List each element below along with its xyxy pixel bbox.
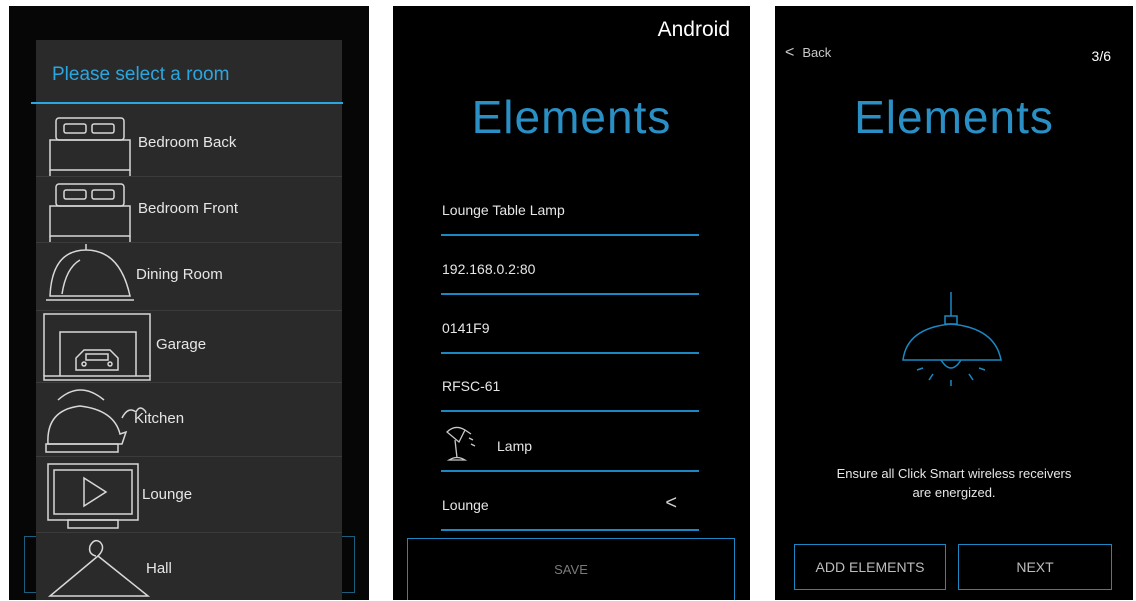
model-value: RFSC-61 [442,378,501,394]
hanger-icon [47,539,151,597]
platform-label: Android [657,18,730,41]
room-item-hall[interactable]: Hall [36,532,342,600]
chevron-left-icon: < [785,44,795,61]
save-button[interactable]: SAVE [407,538,735,600]
room-select-screen: Please select a room Bedroom Back Bedroo… [9,6,369,600]
instruction-line-2: are energized. [912,485,996,500]
address-value: 192.168.0.2:80 [442,261,536,277]
chevron-left-icon: < [665,492,677,514]
room-value: Lounge [442,497,489,513]
add-elements-button[interactable]: ADD ELEMENTS [794,544,946,590]
room-item-dining-room[interactable]: Dining Room [36,242,342,311]
room-select-dialog: Please select a room Bedroom Back Bedroo… [31,40,343,600]
element-type-value: Lamp [497,438,533,454]
step-indicator: 3/6 [1091,48,1111,64]
pendant-lamp-icon [902,292,1002,386]
garage-icon [43,313,151,381]
cloche-icon [46,244,134,301]
room-label: Bedroom Back [138,134,237,151]
element-type-select[interactable]: Lamp [441,420,699,472]
room-item-kitchen[interactable]: Kitchen [36,382,342,457]
setup-step-screen: < Back 3/6 Elements Ensure all Click Smar… [775,6,1133,600]
model-field[interactable]: RFSC-61 [441,360,699,412]
room-item-lounge[interactable]: Lounge [36,456,342,533]
room-label: Hall [146,560,172,577]
device-id-value: 0141F9 [442,320,490,336]
edit-element-screen: Android Elements Lounge Table Lamp 192.1… [393,6,750,600]
bed-icon [49,183,131,242]
instruction-line-1: Ensure all Click Smart wireless receiver… [836,466,1072,481]
room-item-bedroom-back[interactable]: Bedroom Back [36,110,342,177]
element-name-field[interactable]: Lounge Table Lamp [441,184,699,236]
element-name-value: Lounge Table Lamp [442,202,565,218]
instruction-text: Ensure all Click Smart wireless receiver… [775,464,1133,502]
room-label: Garage [156,336,207,353]
back-button[interactable]: < Back [785,44,831,62]
bed-icon [49,117,131,176]
table-lamp-icon [446,426,476,461]
next-button[interactable]: NEXT [958,544,1112,590]
page-title: Elements [854,91,1054,143]
room-label: Dining Room [136,266,223,283]
tv-icon [47,463,139,529]
room-select[interactable]: Lounge < [441,479,699,531]
room-label: Lounge [142,486,193,503]
address-field[interactable]: 192.168.0.2:80 [441,243,699,295]
device-id-field[interactable]: 0141F9 [441,302,699,354]
room-label: Kitchen [134,410,185,427]
back-label: Back [802,45,832,60]
room-label: Bedroom Front [138,200,239,217]
page-title: Elements [471,91,672,143]
dialog-title-divider [31,102,343,104]
room-item-garage[interactable]: Garage [36,310,342,383]
room-item-bedroom-front[interactable]: Bedroom Front [36,176,342,243]
dialog-title: Please select a room [52,64,230,85]
